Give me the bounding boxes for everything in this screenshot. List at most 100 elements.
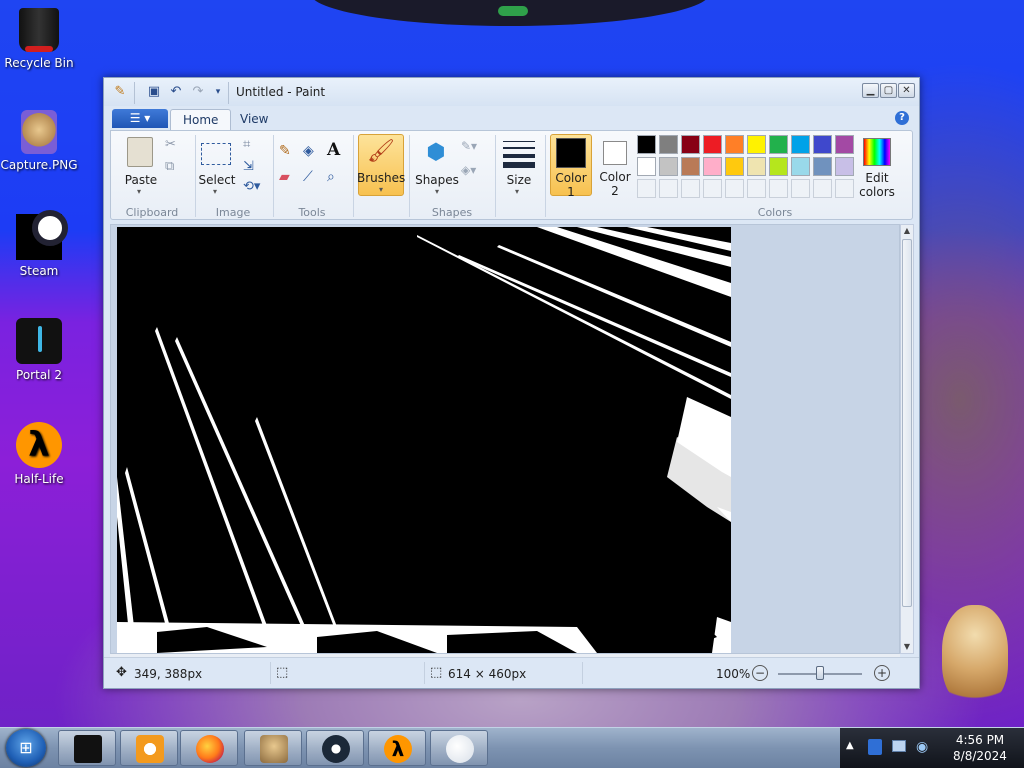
size-button[interactable]: Size ▾ xyxy=(501,135,537,199)
palette-swatch[interactable] xyxy=(835,135,854,154)
select-button[interactable]: Select ▾ xyxy=(198,135,236,199)
zoom-in-button[interactable]: + xyxy=(874,665,890,681)
tab-view[interactable]: View xyxy=(228,109,280,130)
color-picker-icon[interactable]: ⟋ xyxy=(303,169,313,185)
palette-swatch[interactable] xyxy=(725,157,744,176)
group-label-shapes: Shapes xyxy=(431,206,473,219)
outline-icon[interactable]: ✎▾ xyxy=(461,139,477,153)
palette-custom-slot[interactable] xyxy=(813,179,832,198)
taskbar-item-media-player[interactable] xyxy=(120,730,178,766)
brushes-button[interactable]: 🖌 Brushes ▾ xyxy=(357,134,405,196)
color1-button[interactable]: Color 1 xyxy=(550,134,592,199)
drawing-canvas[interactable] xyxy=(117,227,731,653)
eraser-icon[interactable]: ▰ xyxy=(279,169,290,185)
crop-icon[interactable]: ⌗ xyxy=(243,137,250,152)
palette-swatch[interactable] xyxy=(681,135,700,154)
palette-swatch[interactable] xyxy=(791,135,810,154)
vertical-scrollbar[interactable]: ▲ ▼ xyxy=(900,224,914,654)
palette-custom-slot[interactable] xyxy=(703,179,722,198)
undo-icon[interactable]: ↶ xyxy=(168,84,184,100)
palette-swatch[interactable] xyxy=(813,157,832,176)
color1-swatch xyxy=(556,138,586,168)
palette-custom-slot[interactable] xyxy=(747,179,766,198)
customize-quick-access-icon[interactable]: ▾ xyxy=(210,84,226,100)
taskbar-item-firefox[interactable] xyxy=(180,730,238,766)
palette-swatch[interactable] xyxy=(747,135,766,154)
palette-swatch[interactable] xyxy=(659,157,678,176)
palette-swatch[interactable] xyxy=(769,135,788,154)
firefox-icon xyxy=(196,735,224,763)
palette-swatch[interactable] xyxy=(637,157,656,176)
palette-swatch[interactable] xyxy=(637,135,656,154)
maximize-button[interactable]: ▢ xyxy=(880,83,897,98)
copy-icon[interactable]: ⧉ xyxy=(165,159,181,175)
clock-date[interactable]: 8/8/2024 xyxy=(948,749,1012,763)
network-icon[interactable] xyxy=(892,740,906,752)
palette-swatch[interactable] xyxy=(835,157,854,176)
show-hidden-icons-arrow[interactable]: ▲ xyxy=(846,740,854,751)
palette-swatch[interactable] xyxy=(791,157,810,176)
paste-button[interactable]: Paste ▾ xyxy=(121,135,161,199)
save-icon[interactable]: ▣ xyxy=(146,84,162,100)
speaker-icon[interactable]: ◉ xyxy=(916,738,930,756)
canvas-area[interactable] xyxy=(110,224,900,654)
tab-home[interactable]: Home xyxy=(170,109,232,130)
color2-label: Color xyxy=(599,170,631,184)
taskbar-item-half-life[interactable]: λ xyxy=(368,730,426,766)
scroll-down-arrow[interactable]: ▼ xyxy=(901,641,913,653)
palette-custom-slot[interactable] xyxy=(725,179,744,198)
zoom-slider-thumb[interactable] xyxy=(816,666,824,680)
scrollbar-thumb[interactable] xyxy=(902,239,912,607)
desktop-icon-capture-png[interactable]: Capture.PNG xyxy=(0,110,78,172)
fill-icon[interactable]: ◈ xyxy=(303,143,314,159)
redo-icon[interactable]: ↷ xyxy=(190,84,206,100)
close-button[interactable]: ✕ xyxy=(898,83,915,98)
desktop-icon-half-life[interactable]: Half-Life xyxy=(0,422,78,486)
palette-custom-slot[interactable] xyxy=(659,179,678,198)
start-button[interactable]: ⊞ xyxy=(6,729,46,767)
edit-colors-button[interactable]: Edit colors xyxy=(857,135,897,199)
rotate-icon[interactable]: ⟲▾ xyxy=(243,179,260,194)
palette-swatch[interactable] xyxy=(703,157,722,176)
desktop-icon-recycle-bin[interactable]: Recycle Bin xyxy=(0,6,78,70)
paint-menu-button[interactable]: ☰ ▾ xyxy=(112,109,168,128)
palette-swatch[interactable] xyxy=(659,135,678,154)
palette-custom-slot[interactable] xyxy=(769,179,788,198)
palette-swatch[interactable] xyxy=(769,157,788,176)
taskbar-item-hamster-box[interactable] xyxy=(244,730,302,766)
paint-app-icon[interactable]: ✎ xyxy=(112,84,128,100)
fill-style-icon[interactable]: ◈▾ xyxy=(461,163,476,177)
zoom-slider-track[interactable] xyxy=(778,666,862,680)
palette-swatch[interactable] xyxy=(725,135,744,154)
tray-app-icon[interactable] xyxy=(868,739,882,755)
color2-button[interactable]: Color 2 xyxy=(595,134,635,198)
desktop-icon-portal-2[interactable]: Portal 2 xyxy=(0,318,78,382)
shapes-button[interactable]: ⬢ Shapes ▾ xyxy=(415,135,459,199)
cut-icon[interactable]: ✂ xyxy=(165,137,181,153)
palette-custom-slot[interactable] xyxy=(637,179,656,198)
desktop-icon-steam[interactable]: Steam xyxy=(0,210,78,278)
clock-time[interactable]: 4:56 PM xyxy=(948,733,1012,747)
taskbar-item-steam[interactable] xyxy=(306,730,364,766)
palette-custom-slot[interactable] xyxy=(791,179,810,198)
scroll-up-arrow[interactable]: ▲ xyxy=(901,225,913,237)
pencil-icon[interactable]: ✎ xyxy=(279,143,291,159)
desktop-icon-label: Half-Life xyxy=(14,472,64,486)
zoom-out-button[interactable]: − xyxy=(752,665,768,681)
taskbar-item-paint[interactable] xyxy=(430,730,488,766)
selection-rect-icon xyxy=(201,143,231,165)
hamster-desktop-pet[interactable] xyxy=(942,605,1008,705)
palette-swatch[interactable] xyxy=(747,157,766,176)
text-tool-icon[interactable]: A xyxy=(327,140,340,160)
palette-swatch[interactable] xyxy=(681,157,700,176)
minimize-button[interactable]: ▁ xyxy=(862,83,879,98)
taskbar-item-black-app[interactable] xyxy=(58,730,116,766)
resize-icon[interactable]: ⇲ xyxy=(243,159,254,174)
palette-swatch[interactable] xyxy=(703,135,722,154)
magnifier-icon[interactable]: ⌕ xyxy=(327,169,335,185)
title-bar[interactable]: ✎ ▣ ↶ ↷ ▾ Untitled - Paint ▁ ▢ ✕ xyxy=(104,78,919,106)
help-icon[interactable]: ? xyxy=(895,111,909,125)
palette-custom-slot[interactable] xyxy=(681,179,700,198)
palette-custom-slot[interactable] xyxy=(835,179,854,198)
palette-swatch[interactable] xyxy=(813,135,832,154)
